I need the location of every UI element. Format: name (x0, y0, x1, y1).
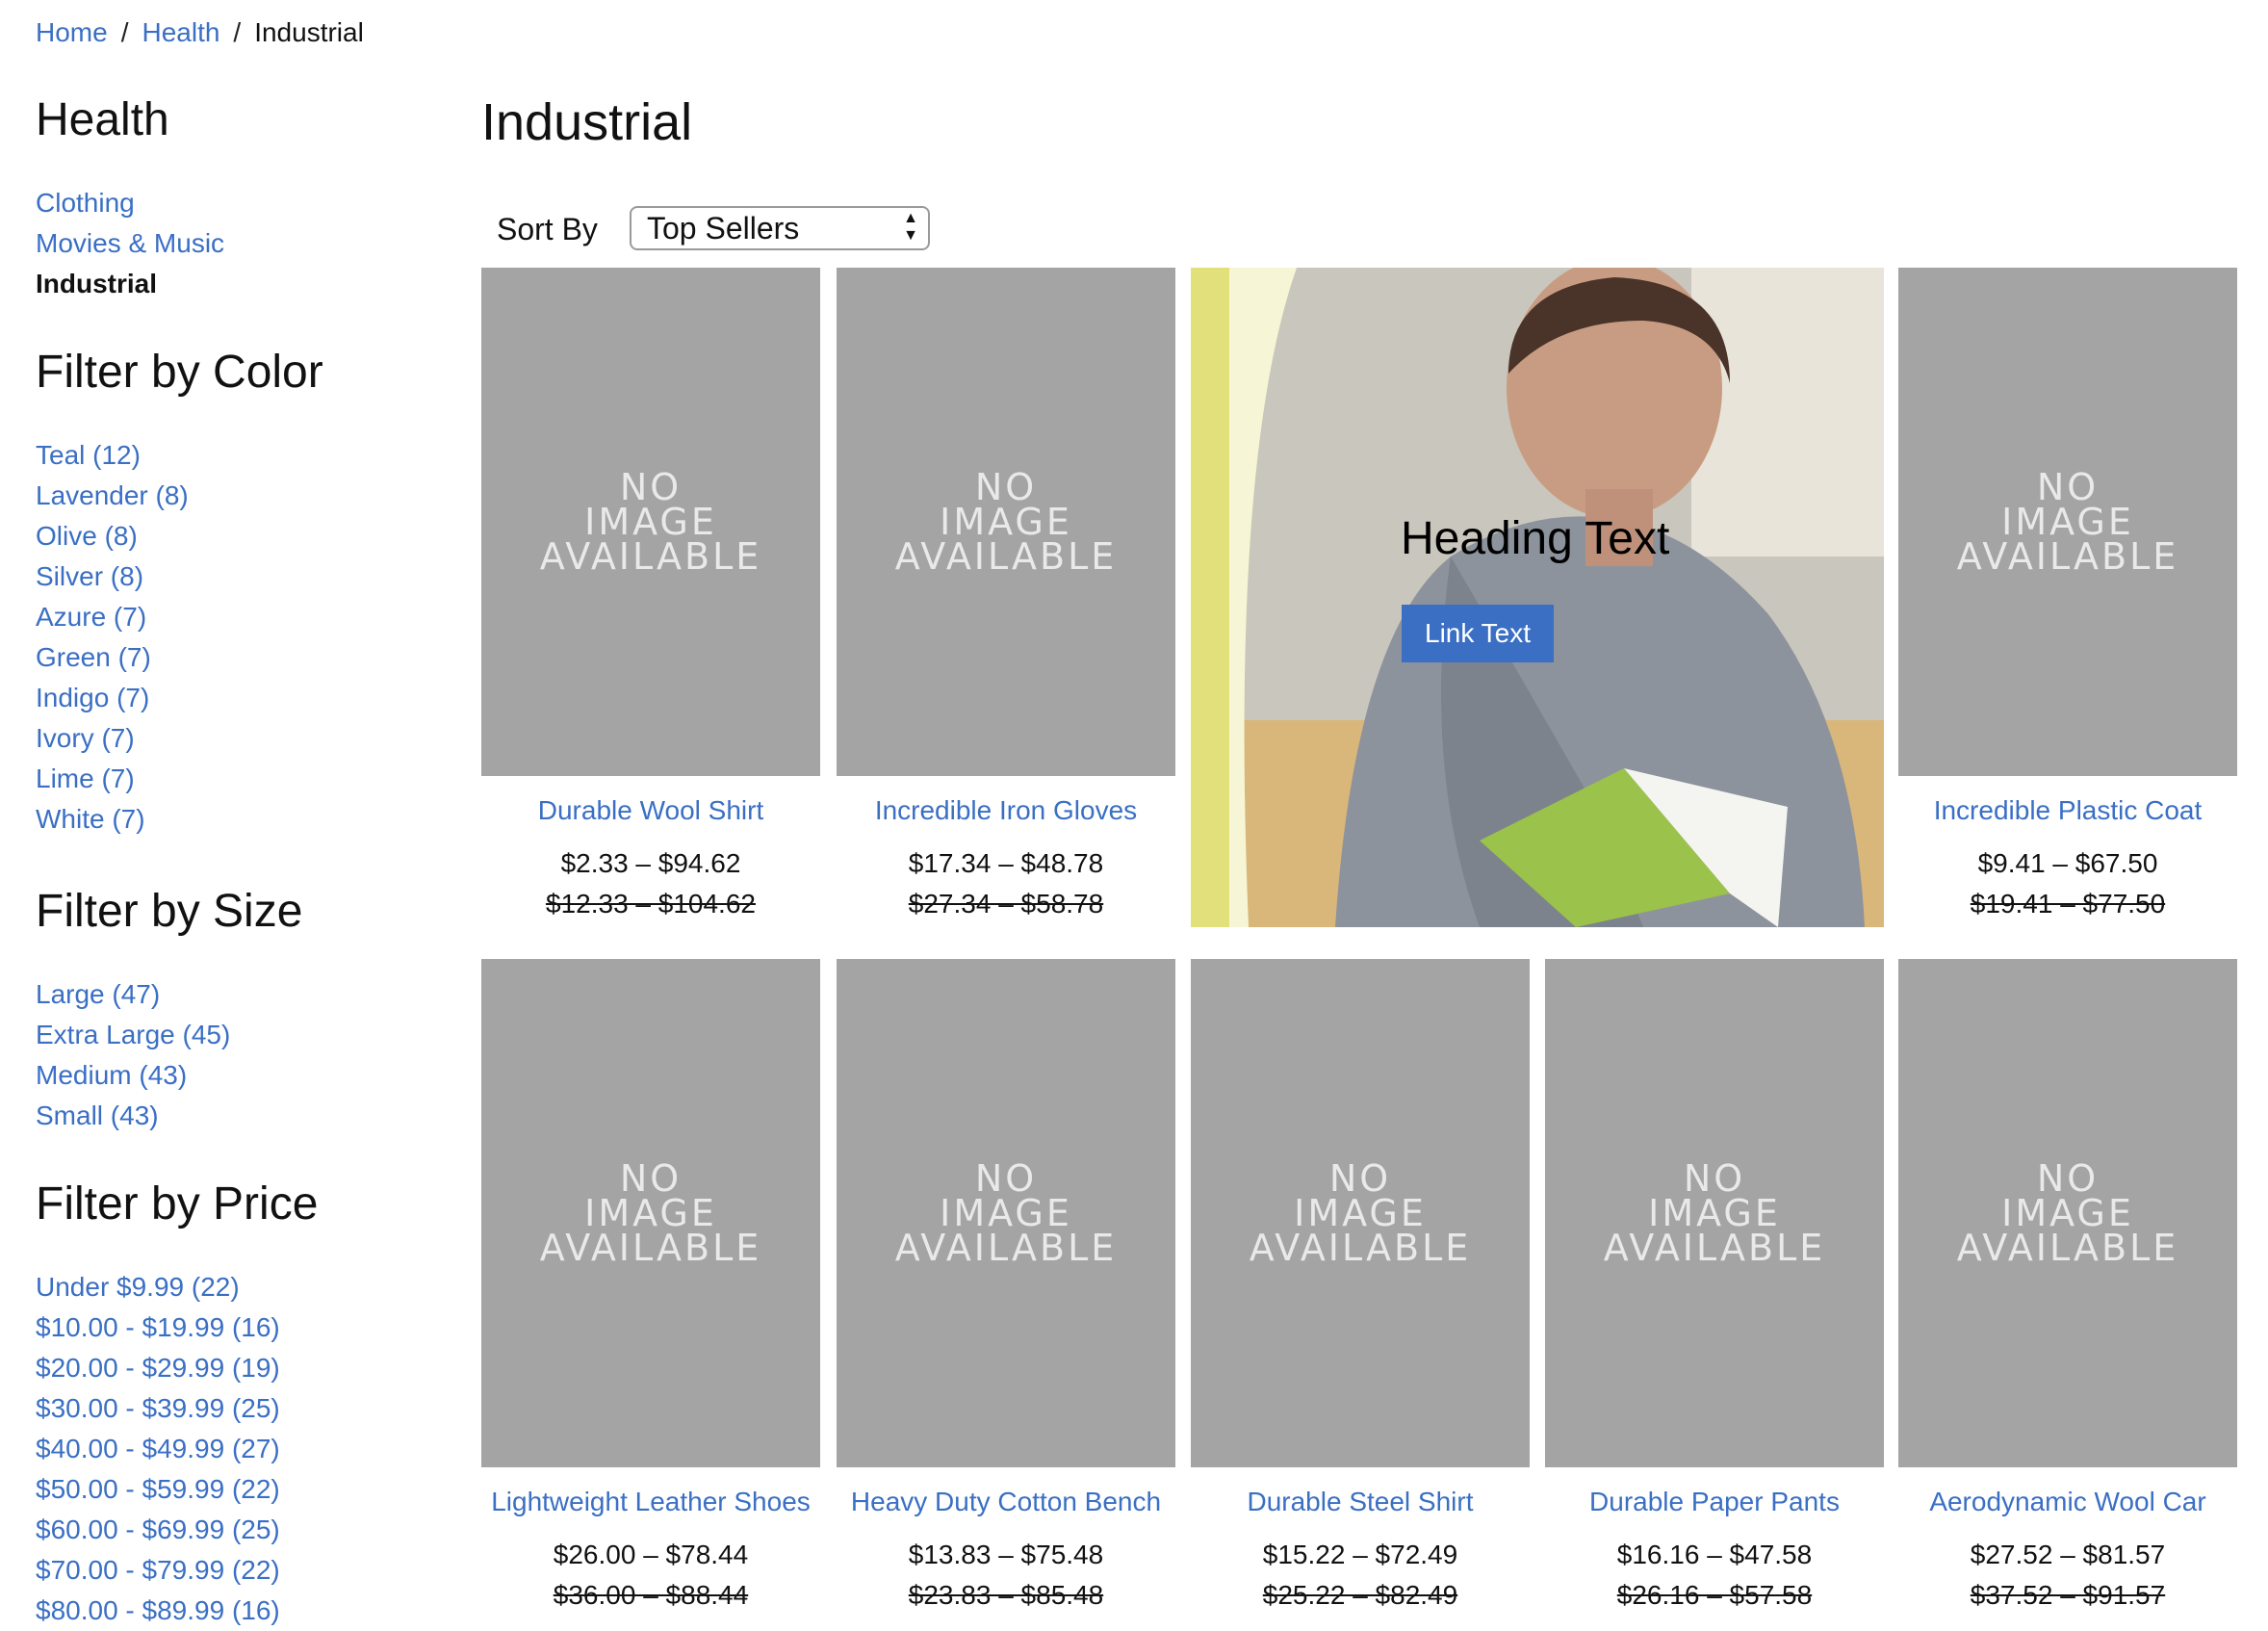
product-name-link[interactable]: Durable Steel Shirt (1191, 1485, 1530, 1519)
no-image-placeholder[interactable]: NO IMAGE AVAILABLE (1898, 268, 2237, 776)
product-original-price: $37.52 – $91.57 (1970, 1580, 2166, 1610)
category-movies-music-link[interactable]: Movies & Music (36, 223, 224, 264)
no-image-placeholder[interactable]: NO IMAGE AVAILABLE (481, 268, 820, 776)
price-filter-10-20[interactable]: $10.00 - $19.99 (16) (36, 1307, 280, 1348)
price-filter-50-60[interactable]: $50.00 - $59.99 (22) (36, 1469, 280, 1510)
product-name-link[interactable]: Aerodynamic Wool Car (1898, 1485, 2237, 1519)
promo-link-button[interactable]: Link Text (1402, 605, 1554, 662)
product-card[interactable]: NO IMAGE AVAILABLE Durable Wool Shirt $2.3… (481, 268, 820, 920)
color-filter-azure[interactable]: Azure (7) (36, 597, 189, 637)
category-industrial-active: Industrial (36, 269, 158, 298)
size-filter-medium[interactable]: Medium (43) (36, 1055, 230, 1096)
product-original-price: $26.16 – $57.58 (1616, 1580, 1813, 1610)
sort-select-value: Top Sellers (647, 211, 800, 246)
color-filter-silver[interactable]: Silver (8) (36, 557, 189, 597)
product-name-link[interactable]: Incredible Plastic Coat (1898, 793, 2237, 828)
price-filter-under-10[interactable]: Under $9.99 (22) (36, 1267, 280, 1307)
no-image-placeholder[interactable]: NO IMAGE AVAILABLE (837, 268, 1175, 776)
product-price: $27.52 – $81.57 (1970, 1540, 2166, 1569)
color-filter-teal[interactable]: Teal (12) (36, 435, 189, 476)
color-filter-olive[interactable]: Olive (8) (36, 516, 189, 557)
page-title: Industrial (481, 93, 693, 151)
product-price: $13.83 – $75.48 (908, 1540, 1104, 1569)
color-filter-white[interactable]: White (7) (36, 799, 189, 840)
sort-select[interactable]: Top Sellers ▲ ▼ (630, 206, 930, 250)
product-price: $26.00 – $78.44 (553, 1540, 749, 1569)
select-arrows-icon: ▲ ▼ (903, 210, 918, 244)
price-filter-list: Under $9.99 (22) $10.00 - $19.99 (16) $2… (36, 1267, 280, 1631)
category-list: Clothing Movies & Music Industrial (36, 183, 224, 304)
promo-heading: Heading Text (1401, 513, 1670, 564)
color-filter-title: Filter by Color (36, 347, 323, 398)
size-filter-list: Large (47) Extra Large (45) Medium (43) … (36, 974, 230, 1136)
product-price: $17.34 – $48.78 (908, 848, 1104, 878)
size-filter-small[interactable]: Small (43) (36, 1096, 230, 1136)
price-filter-30-40[interactable]: $30.00 - $39.99 (25) (36, 1388, 280, 1429)
product-price: $2.33 – $94.62 (560, 848, 741, 878)
size-filter-title: Filter by Size (36, 886, 303, 937)
product-name-link[interactable]: Durable Wool Shirt (481, 793, 820, 828)
price-filter-70-80[interactable]: $70.00 - $79.99 (22) (36, 1550, 280, 1591)
no-image-placeholder[interactable]: NO IMAGE AVAILABLE (837, 959, 1175, 1467)
color-filter-green[interactable]: Green (7) (36, 637, 189, 678)
no-image-placeholder[interactable]: NO IMAGE AVAILABLE (1545, 959, 1884, 1467)
category-title: Health (36, 94, 169, 145)
price-filter-20-30[interactable]: $20.00 - $29.99 (19) (36, 1348, 280, 1388)
color-filter-lavender[interactable]: Lavender (8) (36, 476, 189, 516)
price-filter-40-50[interactable]: $40.00 - $49.99 (27) (36, 1429, 280, 1469)
product-original-price: $23.83 – $85.48 (908, 1580, 1104, 1610)
size-filter-large[interactable]: Large (47) (36, 974, 230, 1015)
breadcrumb-separator: / (120, 17, 129, 47)
promo-banner: Heading Text Link Text (1191, 268, 1884, 927)
product-original-price: $25.22 – $82.49 (1262, 1580, 1458, 1610)
product-card[interactable]: NO IMAGE AVAILABLE Lightweight Leather Sho… (481, 959, 820, 1612)
price-filter-60-70[interactable]: $60.00 - $69.99 (25) (36, 1510, 280, 1550)
size-filter-extra-large[interactable]: Extra Large (45) (36, 1015, 230, 1055)
product-name-link[interactable]: Incredible Iron Gloves (837, 793, 1175, 828)
breadcrumb-health-link[interactable]: Health (142, 17, 219, 47)
product-name-link[interactable]: Durable Paper Pants (1545, 1485, 1884, 1519)
product-card[interactable]: NO IMAGE AVAILABLE Heavy Duty Cotton Bench… (837, 959, 1175, 1612)
product-price: $9.41 – $67.50 (1977, 848, 2158, 878)
breadcrumb-separator: / (233, 17, 242, 47)
price-filter-80-90[interactable]: $80.00 - $89.99 (16) (36, 1591, 280, 1631)
breadcrumb-home-link[interactable]: Home (36, 17, 108, 47)
product-name-link[interactable]: Lightweight Leather Shoes (481, 1485, 820, 1519)
product-card[interactable]: NO IMAGE AVAILABLE Incredible Plastic Coat… (1898, 268, 2237, 920)
color-filter-ivory[interactable]: Ivory (7) (36, 718, 189, 759)
product-original-price: $36.00 – $88.44 (553, 1580, 749, 1610)
product-price: $16.16 – $47.58 (1616, 1540, 1813, 1569)
no-image-placeholder[interactable]: NO IMAGE AVAILABLE (1898, 959, 2237, 1467)
product-original-price: $27.34 – $58.78 (908, 889, 1104, 919)
product-card[interactable]: NO IMAGE AVAILABLE Incredible Iron Gloves … (837, 268, 1175, 920)
product-original-price: $19.41 – $77.50 (1970, 889, 2166, 919)
color-filter-lime[interactable]: Lime (7) (36, 759, 189, 799)
category-clothing-link[interactable]: Clothing (36, 183, 224, 223)
product-card[interactable]: NO IMAGE AVAILABLE Aerodynamic Wool Car $2… (1898, 959, 2237, 1612)
no-image-placeholder[interactable]: NO IMAGE AVAILABLE (481, 959, 820, 1467)
product-original-price: $12.33 – $104.62 (546, 889, 756, 919)
product-name-link[interactable]: Heavy Duty Cotton Bench (837, 1485, 1175, 1519)
breadcrumb: Home / Health / Industrial (36, 15, 364, 50)
product-card[interactable]: NO IMAGE AVAILABLE Durable Paper Pants $16… (1545, 959, 1884, 1612)
product-card[interactable]: NO IMAGE AVAILABLE Durable Steel Shirt $15… (1191, 959, 1530, 1612)
color-filter-list: Teal (12) Lavender (8) Olive (8) Silver … (36, 435, 189, 840)
product-price: $15.22 – $72.49 (1262, 1540, 1458, 1569)
sort-label: Sort By (497, 212, 598, 246)
price-filter-title: Filter by Price (36, 1178, 319, 1230)
no-image-placeholder[interactable]: NO IMAGE AVAILABLE (1191, 959, 1530, 1467)
color-filter-indigo[interactable]: Indigo (7) (36, 678, 189, 718)
promo-photo-illustration (1191, 268, 1884, 927)
breadcrumb-current: Industrial (254, 17, 364, 47)
